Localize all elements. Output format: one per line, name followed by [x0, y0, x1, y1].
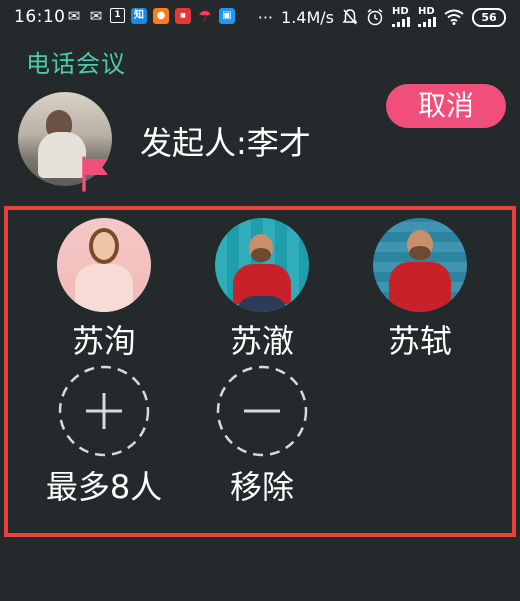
status-right: ··· 1.4M/s HD HD 56 — [258, 7, 506, 27]
member-name: 苏澈 — [229, 322, 294, 360]
wifi-icon — [444, 9, 464, 25]
hd-label-2: HD — [418, 6, 435, 17]
avatar-torso — [75, 264, 133, 312]
initiator-label: 发起人:李才 — [140, 124, 311, 162]
avatar — [57, 218, 151, 312]
avatar-face — [93, 232, 115, 260]
remove-member-label: 移除 — [229, 468, 294, 506]
app-orange-icon: ● — [153, 8, 169, 24]
page-title: 电话会议 — [26, 50, 126, 78]
add-member-button[interactable]: 最多8人 — [34, 364, 174, 508]
member-item-3[interactable]: 苏轼 — [350, 218, 490, 362]
battery-icon: 56 — [472, 7, 506, 27]
app-red-icon: ■ — [175, 8, 191, 24]
wechat-icon-2: ✉ — [89, 7, 103, 25]
signal-icon-2 — [418, 17, 436, 27]
umbrella-icon: ☂ — [198, 7, 212, 25]
avatar-beard — [409, 246, 431, 260]
add-member-label: 最多8人 — [45, 468, 163, 506]
wechat-icon: ✉ — [67, 7, 81, 25]
avatar-legs — [237, 296, 287, 312]
more-icon: ··· — [257, 7, 274, 27]
signal-1: HD — [392, 7, 410, 27]
remove-member-button[interactable]: 移除 — [192, 364, 332, 508]
zhihu-icon: 知 — [131, 8, 147, 24]
avatar-beard — [251, 248, 271, 262]
alarm-clock-icon — [367, 8, 383, 26]
mute-bell-icon — [342, 9, 358, 25]
screen: 16:10 ✉ ✉ 1 知 ● ■ ☂ ▣ ··· 1.4M/s HD HD 5… — [0, 0, 520, 601]
notification-icons: ✉ ✉ 1 知 ● ■ ☂ ▣ — [66, 8, 235, 24]
plus-circle-icon — [58, 365, 150, 457]
status-bar: 16:10 ✉ ✉ 1 知 ● ■ ☂ ▣ ··· 1.4M/s HD HD 5… — [0, 0, 520, 34]
network-speed: 1.4M/s — [281, 7, 334, 27]
member-name: 苏轼 — [387, 322, 452, 360]
member-item-2[interactable]: 苏澈 — [192, 218, 332, 362]
status-time: 16:10 — [14, 7, 66, 27]
app-blue-icon: ▣ — [219, 8, 235, 24]
avatar — [373, 218, 467, 312]
avatar — [215, 218, 309, 312]
cancel-button[interactable]: 取消 — [386, 84, 506, 128]
avatar-torso — [389, 262, 451, 312]
member-name: 苏洵 — [71, 322, 136, 360]
flag-icon — [82, 156, 108, 192]
signal-2: HD — [418, 7, 436, 27]
signal-icon-1 — [392, 17, 410, 27]
hd-label-1: HD — [392, 6, 409, 17]
member-item-1[interactable]: 苏洵 — [34, 218, 174, 362]
minus-circle-icon — [216, 365, 308, 457]
box-icon: 1 — [110, 8, 125, 23]
